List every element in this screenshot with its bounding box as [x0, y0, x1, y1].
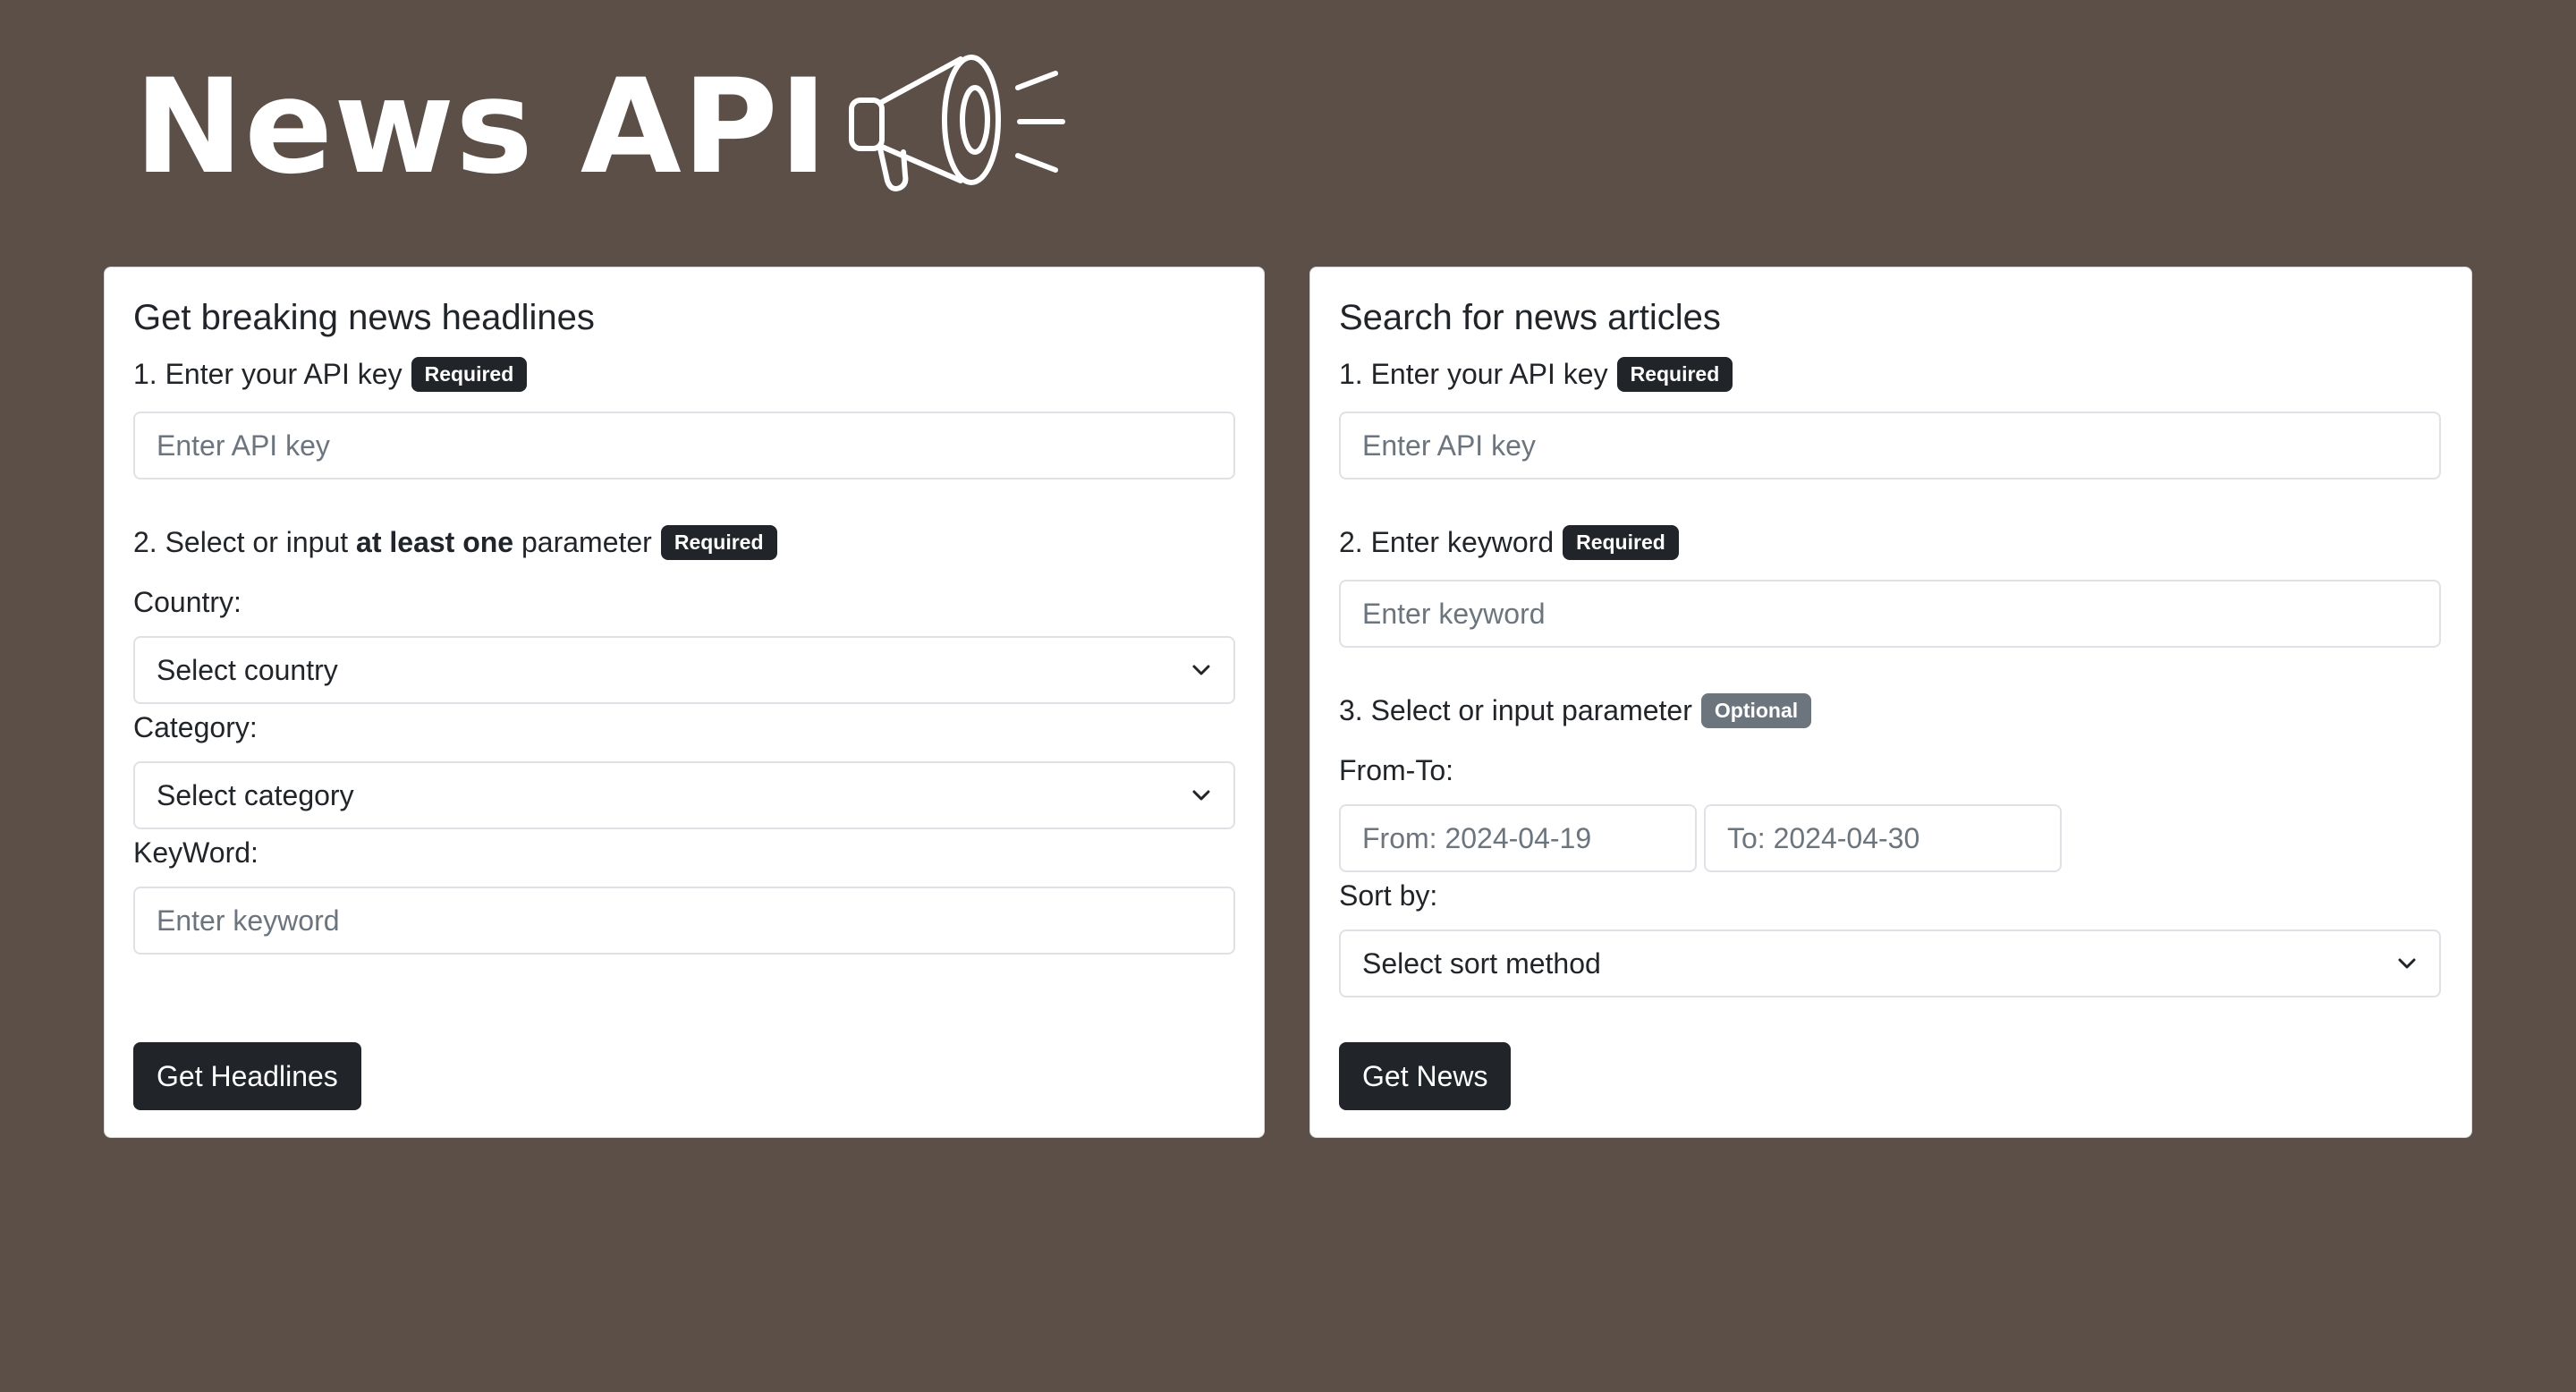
keyword-label: KeyWord:: [133, 836, 258, 869]
articles-title: Search for news articles: [1339, 298, 1721, 337]
articles-keyword-label-text: 2. Enter keyword: [1339, 526, 1555, 558]
category-select[interactable]: Select category: [133, 761, 1235, 829]
headlines-api-key-label: 1. Enter your API key Required: [133, 357, 528, 392]
required-badge: Required: [660, 525, 777, 560]
category-select-value: Select category: [157, 778, 354, 811]
headlines-api-key-label-text: 1. Enter your API key: [133, 358, 402, 390]
headlines-params-label-suffix: parameter: [513, 526, 652, 558]
articles-params-label-text: 3. Select or input parameter: [1339, 694, 1692, 726]
from-date-input[interactable]: [1339, 804, 1697, 872]
to-date-input[interactable]: [1704, 804, 2062, 872]
logo: News API: [134, 55, 1068, 199]
required-badge: Required: [1616, 357, 1733, 392]
articles-api-key-label-text: 1. Enter your API key: [1339, 358, 1608, 390]
from-to-label: From-To:: [1339, 754, 1453, 786]
headlines-keyword-input[interactable]: [133, 887, 1235, 955]
headlines-card: Get breaking news headlines 1. Enter you…: [104, 267, 1265, 1138]
headlines-title: Get breaking news headlines: [133, 298, 595, 337]
country-label: Country:: [133, 586, 242, 618]
headlines-api-key-input[interactable]: [133, 412, 1235, 480]
articles-card: Search for news articles 1. Enter your A…: [1309, 267, 2472, 1138]
category-label: Category:: [133, 711, 258, 743]
articles-keyword-input[interactable]: [1339, 580, 2441, 648]
chevron-down-icon: [1192, 665, 1210, 675]
chevron-down-icon: [1192, 790, 1210, 801]
headlines-params-label: 2. Select or input at least one paramete…: [133, 525, 777, 560]
sort-by-label: Sort by:: [1339, 879, 1438, 912]
country-select-value: Select country: [157, 653, 338, 686]
articles-api-key-input[interactable]: [1339, 412, 2441, 480]
articles-params-label: 3. Select or input parameter Optional: [1339, 693, 1812, 728]
headlines-params-label-bold: at least one: [356, 526, 514, 558]
sort-by-select-value: Select sort method: [1362, 946, 1601, 980]
headlines-params-label-prefix: 2. Select or input: [133, 526, 357, 558]
chevron-down-icon: [2398, 958, 2416, 969]
sort-by-select[interactable]: Select sort method: [1339, 929, 2441, 997]
get-news-button[interactable]: Get News: [1339, 1042, 1512, 1110]
optional-badge: Optional: [1700, 693, 1812, 728]
articles-keyword-label: 2. Enter keyword Required: [1339, 525, 1679, 560]
logo-text: News API: [134, 51, 829, 203]
get-headlines-button[interactable]: Get Headlines: [133, 1042, 361, 1110]
megaphone-icon: [849, 55, 1066, 191]
required-badge: Required: [411, 357, 528, 392]
articles-api-key-label: 1. Enter your API key Required: [1339, 357, 1733, 392]
country-select[interactable]: Select country: [133, 636, 1235, 704]
required-badge: Required: [1563, 525, 1679, 560]
